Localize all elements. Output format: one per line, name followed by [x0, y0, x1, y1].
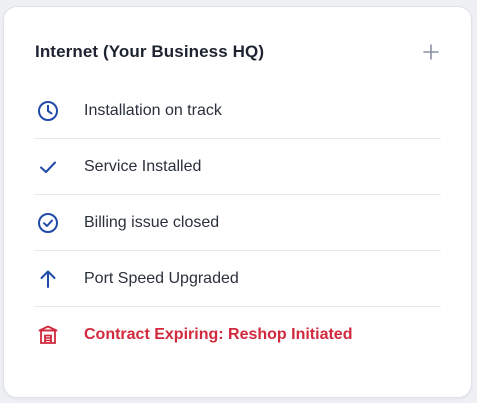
event-list: Installation on track Service Installed … — [34, 83, 441, 363]
internet-status-card: Internet (Your Business HQ) Installation… — [3, 6, 472, 398]
arrow-up-icon — [36, 267, 60, 291]
expand-button[interactable] — [421, 42, 441, 62]
card-title: Internet (Your Business HQ) — [35, 42, 265, 61]
list-item[interactable]: Contract Expiring: Reshop Initiated — [34, 307, 441, 363]
clock-icon — [36, 99, 60, 123]
plus-icon — [423, 44, 439, 60]
list-item[interactable]: Port Speed Upgraded — [34, 251, 441, 307]
list-item[interactable]: Service Installed — [34, 139, 441, 195]
list-item[interactable]: Installation on track — [34, 83, 441, 139]
list-item-label: Service Installed — [84, 157, 202, 175]
check-circle-icon — [36, 211, 60, 235]
storefront-icon — [36, 323, 60, 347]
list-item-label: Contract Expiring: Reshop Initiated — [84, 326, 353, 343]
list-item-label: Installation on track — [84, 101, 222, 119]
list-item[interactable]: Billing issue closed — [34, 195, 441, 251]
list-item-label: Billing issue closed — [84, 213, 220, 231]
card-header: Internet (Your Business HQ) — [35, 39, 441, 65]
checkmark-icon — [36, 155, 60, 179]
list-item-label: Port Speed Upgraded — [84, 269, 239, 287]
